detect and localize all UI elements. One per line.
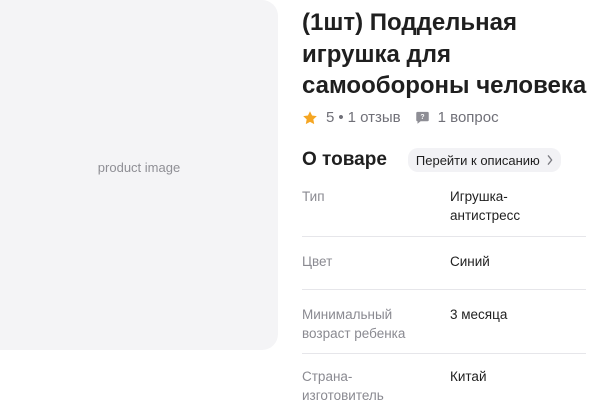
about-header: О товаре Перейти к описанию: [302, 148, 592, 172]
spec-key-line: Страна-: [302, 369, 353, 384]
spec-row: Цвет Синий: [302, 237, 586, 290]
spec-key-line: возраст ребенка: [302, 326, 406, 341]
spec-key: Минимальный возраст ребенка: [302, 305, 450, 343]
product-title-line: самообороны человека: [302, 72, 587, 99]
spec-value-line: Синий: [450, 254, 490, 269]
spec-key: Тип: [302, 187, 450, 225]
spec-value: Синий: [450, 252, 586, 271]
product-title-line: (1шт) Поддельная: [302, 9, 518, 36]
spec-key-line: изготовитель: [302, 388, 384, 403]
spec-key-line: Цвет: [302, 254, 333, 269]
go-to-description-button[interactable]: Перейти к описанию: [407, 148, 561, 172]
svg-text:?: ?: [420, 114, 424, 121]
spec-value: 3 месяца: [450, 305, 586, 343]
spec-key-line: Минимальный: [302, 307, 393, 322]
product-info: (1шт) Поддельная игрушка для самообороны…: [302, 0, 592, 403]
rating-row: 5 • 1 отзыв ? 1 вопрос: [302, 109, 499, 126]
spec-row: Страна- изготовитель Китай: [302, 354, 586, 413]
questions-link[interactable]: 1 вопрос: [438, 109, 499, 126]
go-to-description-label: Перейти к описанию: [415, 152, 540, 168]
spec-value: Китай: [450, 367, 586, 405]
spec-value-line: 3 месяца: [450, 307, 508, 322]
spec-row: Тип Игрушка- антистресс: [302, 182, 586, 237]
spec-value-line: антистресс: [450, 208, 521, 223]
specs-table: Тип Игрушка- антистресс Цвет Синий Миним…: [302, 182, 586, 413]
spec-value-line: Китай: [450, 369, 487, 384]
question-icon: ?: [415, 111, 429, 124]
product-image[interactable]: product image: [0, 0, 278, 350]
spec-value-line: Игрушка-: [450, 189, 508, 204]
spec-value: Игрушка- антистресс: [450, 187, 586, 225]
rating-value: 5: [326, 109, 335, 126]
spec-key: Страна- изготовитель: [302, 367, 450, 405]
product-image-placeholder: product image: [97, 160, 181, 175]
product-title: (1шт) Поддельная игрушка для самообороны…: [302, 7, 592, 102]
reviews-link[interactable]: 1 отзыв: [348, 109, 401, 126]
about-title: О товаре: [302, 149, 387, 170]
chevron-right-icon: [547, 155, 553, 165]
product-title-line: игрушка для: [302, 40, 451, 68]
spec-row: Минимальный возраст ребенка 3 месяца: [302, 290, 586, 354]
spec-key: Цвет: [302, 252, 450, 271]
spec-key-line: Тип: [302, 189, 325, 204]
star-icon: [303, 110, 317, 124]
rating-separator: •: [338, 109, 344, 126]
